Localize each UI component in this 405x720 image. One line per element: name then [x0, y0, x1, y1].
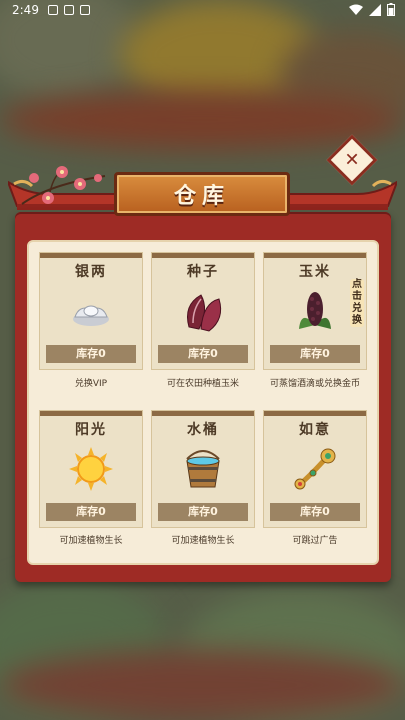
item-desc: 可跳过广告: [292, 536, 338, 546]
ruyi-scepter-icon: [294, 448, 336, 490]
silver-ingot-icon: [73, 305, 109, 326]
stock-label: 库存0: [158, 345, 248, 363]
item-card-bucket[interactable]: 水桶 库存0: [151, 410, 255, 528]
item-name: 水桶: [187, 422, 219, 438]
signal-icon: [369, 3, 381, 16]
wifi-icon: [349, 4, 363, 15]
card-topbar: [40, 411, 142, 416]
plum-blossom-icon: [21, 166, 106, 205]
item-card-corn[interactable]: 玉米 点击兑换 库存0: [263, 252, 367, 370]
card-topbar: [264, 411, 366, 416]
water-bucket-icon: [186, 450, 220, 488]
card-topbar: [264, 253, 366, 258]
item-name: 银两: [75, 264, 107, 280]
stock-label: 库存0: [270, 345, 360, 363]
app-icon: [80, 5, 90, 15]
card-topbar: [152, 253, 254, 258]
stock-label: 库存0: [158, 503, 248, 521]
item-name: 阳光: [75, 422, 107, 438]
sun-icon: [69, 447, 113, 491]
item-card-sunlight[interactable]: 阳光 库存0: [39, 410, 143, 528]
item-desc: 可加速植物生长: [171, 536, 235, 546]
card-topbar: [40, 253, 142, 258]
stock-label: 库存0: [46, 345, 136, 363]
item-card-seed[interactable]: 种子 库存0: [151, 252, 255, 370]
stock-label: 库存0: [46, 503, 136, 521]
image-icon: [64, 5, 74, 15]
item-desc: 兑换VIP: [74, 379, 108, 389]
item-desc: 可蒸馏酒滴或兑换金币: [269, 379, 360, 389]
item-desc: 可加速植物生长: [59, 536, 123, 546]
status-time: 2:49: [12, 3, 39, 17]
seed-icon: [187, 294, 222, 332]
status-bar: 2:49: [0, 0, 405, 22]
title-plaque: 仓库: [114, 172, 290, 216]
item-card-silver[interactable]: 银两 库存0: [39, 252, 143, 370]
notification-icon: [48, 5, 58, 15]
exchange-tag[interactable]: 点击兑换: [350, 279, 364, 327]
item-card-ruyi[interactable]: 如意 库存0: [263, 410, 367, 528]
stock-label: 库存0: [270, 503, 360, 521]
card-topbar: [152, 411, 254, 416]
corn-icon: [299, 292, 331, 329]
item-name: 玉米: [299, 264, 331, 280]
close-icon: ✕: [344, 149, 360, 171]
item-name: 种子: [187, 264, 219, 280]
item-desc: 可在农田种植玉米: [166, 379, 239, 389]
item-name: 如意: [299, 422, 331, 438]
page-title: 仓库: [173, 183, 230, 209]
battery-icon: [387, 3, 395, 16]
